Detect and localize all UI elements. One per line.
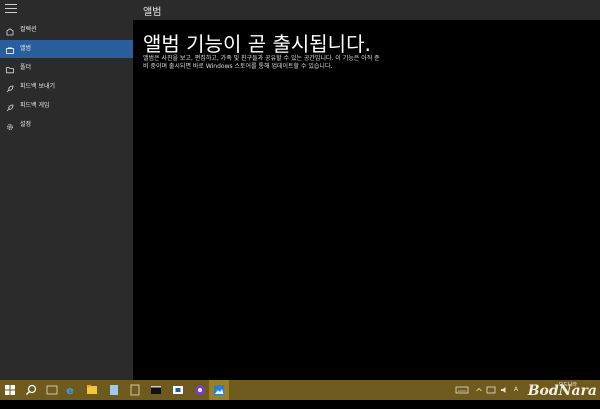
page-header: 앨범 (133, 0, 600, 20)
sidebar-item-label: 설정 (20, 121, 32, 128)
sidebar-item-label: 피드백 보내기 (20, 83, 56, 90)
search-icon[interactable] (21, 380, 41, 400)
sidebar-item-label: 폴더 (20, 64, 32, 71)
sidebar-item-album[interactable]: 앨범 (0, 40, 133, 58)
tablet-icon[interactable] (125, 380, 145, 400)
feedback-icon (6, 83, 14, 93)
collection-icon (6, 26, 14, 36)
sidebar-item-send-feedback[interactable]: 피드백 보내기 (0, 78, 133, 96)
app-icon[interactable] (190, 380, 210, 400)
album-icon (6, 45, 14, 54)
input-language-indicator[interactable]: A (514, 380, 518, 400)
coming-soon-heading: 앨범 기능이 곧 출시됩니다. (143, 32, 371, 56)
sidebar-item-label: 앨범 (20, 45, 32, 52)
edge-icon[interactable]: e (60, 380, 80, 400)
sidebar-item-feedback-game[interactable]: 피드백 게임 (0, 97, 133, 115)
file-explorer-icon[interactable] (82, 380, 102, 400)
keyboard-icon[interactable] (455, 380, 469, 400)
watermark-logo: 보드나라 BodNara (528, 382, 597, 398)
sidebar-nav: 컬렉션 앨범 폴더 피드백 보내기 피드백 게임 설정 (0, 21, 133, 135)
sidebar: 컬렉션 앨범 폴더 피드백 보내기 피드백 게임 설정 (0, 0, 133, 380)
volume-icon[interactable] (500, 380, 510, 400)
sidebar-item-folder[interactable]: 폴더 (0, 59, 133, 77)
sidebar-item-settings[interactable]: 설정 (0, 116, 133, 134)
main-content: 앨범 기능이 곧 출시됩니다. 앨범은 사진을 보고, 편집하고, 가족 및 친… (133, 20, 600, 380)
task-view-icon[interactable] (42, 380, 62, 400)
feedback-game-icon (6, 102, 14, 112)
coming-soon-description: 앨범은 사진을 보고, 편집하고, 가족 및 친구들과 공유할 수 있는 공간입… (143, 55, 380, 70)
photos-icon[interactable] (209, 380, 229, 400)
sidebar-item-label: 컬렉션 (20, 26, 37, 33)
watermark-subtext: 보드나라 (558, 382, 577, 388)
hamburger-menu-icon[interactable] (5, 4, 17, 14)
terminal-icon[interactable] (146, 380, 166, 400)
photos-app-window: 컬렉션 앨범 폴더 피드백 보내기 피드백 게임 설정 앨범 앨범 기능이 곧 … (0, 0, 600, 380)
mail-icon[interactable] (168, 380, 188, 400)
windows-start-icon[interactable] (0, 380, 20, 400)
network-icon[interactable] (486, 380, 496, 400)
page-title: 앨범 (143, 7, 162, 18)
taskbar: e A 보드나라 BodNara (0, 380, 600, 400)
sidebar-item-label: 피드백 게임 (20, 102, 50, 109)
chevron-up-icon[interactable] (475, 380, 483, 400)
svg-text:e: e (66, 384, 73, 397)
gear-icon (6, 121, 14, 130)
folder-icon (6, 64, 14, 74)
sidebar-item-collection[interactable]: 컬렉션 (0, 21, 133, 39)
store-icon[interactable] (104, 380, 124, 400)
